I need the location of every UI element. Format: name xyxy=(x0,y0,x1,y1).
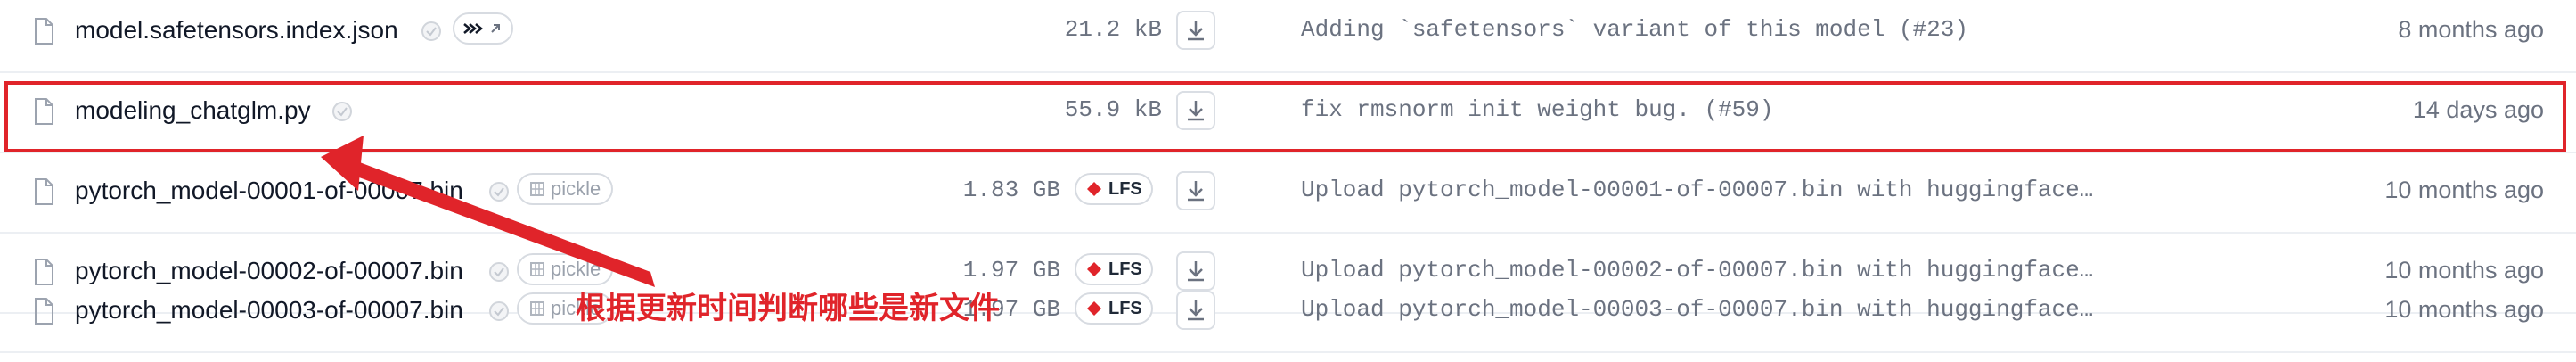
commit-message-link[interactable]: Adding `safetensors` variant of this mod… xyxy=(1301,16,1968,43)
commit-message-link[interactable]: fix rmsnorm init weight bug. (#59) xyxy=(1301,96,1774,123)
file-name-link[interactable]: model.safetensors.index.json xyxy=(75,16,398,45)
last-modified-date: 10 months ago xyxy=(2384,177,2544,203)
file-name-link[interactable]: pytorch_model-00003-of-00007.bin xyxy=(75,296,463,325)
file-icon xyxy=(35,178,53,205)
file-icon xyxy=(35,298,53,325)
download-button[interactable] xyxy=(1176,11,1215,50)
download-icon xyxy=(1188,101,1204,121)
lfs-label: LFS xyxy=(1108,178,1142,199)
pickle-grid-icon xyxy=(530,182,544,196)
file-icon xyxy=(35,18,53,45)
download-button[interactable] xyxy=(1176,91,1215,130)
file-row[interactable]: pytorch_model-00003-of-00007.bin pickle … xyxy=(0,273,2576,353)
pickle-grid-icon xyxy=(530,301,544,316)
file-icon xyxy=(35,98,53,125)
lfs-diamond-icon xyxy=(1087,182,1101,196)
file-name-link[interactable]: pytorch_model-00001-of-00007.bin xyxy=(75,177,463,205)
verified-check-icon xyxy=(489,301,509,321)
file-row[interactable]: model.safetensors.index.json 21.2 kB Add… xyxy=(0,0,2576,73)
download-icon xyxy=(1188,21,1204,41)
last-modified-date: 10 months ago xyxy=(2384,296,2544,323)
download-icon xyxy=(1188,300,1204,321)
verified-check-icon xyxy=(421,21,441,41)
commit-message-link[interactable]: Upload pytorch_model-00001-of-00007.bin … xyxy=(1301,177,2093,203)
safetensors-link-icon xyxy=(463,23,483,34)
verified-check-icon xyxy=(489,182,509,202)
lfs-badge[interactable]: LFS xyxy=(1075,292,1153,325)
safetensors-link-badge[interactable] xyxy=(453,12,513,45)
pickle-label: pickle xyxy=(551,177,601,200)
annotation-text: 根据更新时间判断哪些是新文件 xyxy=(576,291,1000,326)
commit-message-link[interactable]: Upload pytorch_model-00003-of-00007.bin … xyxy=(1301,296,2093,323)
download-button[interactable] xyxy=(1176,171,1215,210)
file-size: 55.9 kB xyxy=(1064,96,1162,123)
lfs-diamond-icon xyxy=(1087,301,1101,316)
file-size: 1.83 GB xyxy=(962,177,1060,203)
file-name-link[interactable]: modeling_chatglm.py xyxy=(75,96,311,125)
last-modified-date: 8 months ago xyxy=(2398,16,2544,43)
verified-check-icon xyxy=(332,102,352,121)
lfs-label: LFS xyxy=(1108,298,1142,318)
download-button[interactable] xyxy=(1176,291,1215,330)
download-icon xyxy=(1188,181,1204,202)
file-row[interactable]: modeling_chatglm.py 55.9 kB fix rmsnorm … xyxy=(0,73,2576,153)
last-modified-date: 14 days ago xyxy=(2412,96,2544,123)
file-size: 21.2 kB xyxy=(1064,16,1162,43)
pickle-badge[interactable]: pickle xyxy=(517,173,614,205)
external-link-icon xyxy=(491,24,500,33)
lfs-badge[interactable]: LFS xyxy=(1075,173,1153,205)
file-row[interactable]: pytorch_model-00001-of-00007.bin pickle … xyxy=(0,153,2576,234)
